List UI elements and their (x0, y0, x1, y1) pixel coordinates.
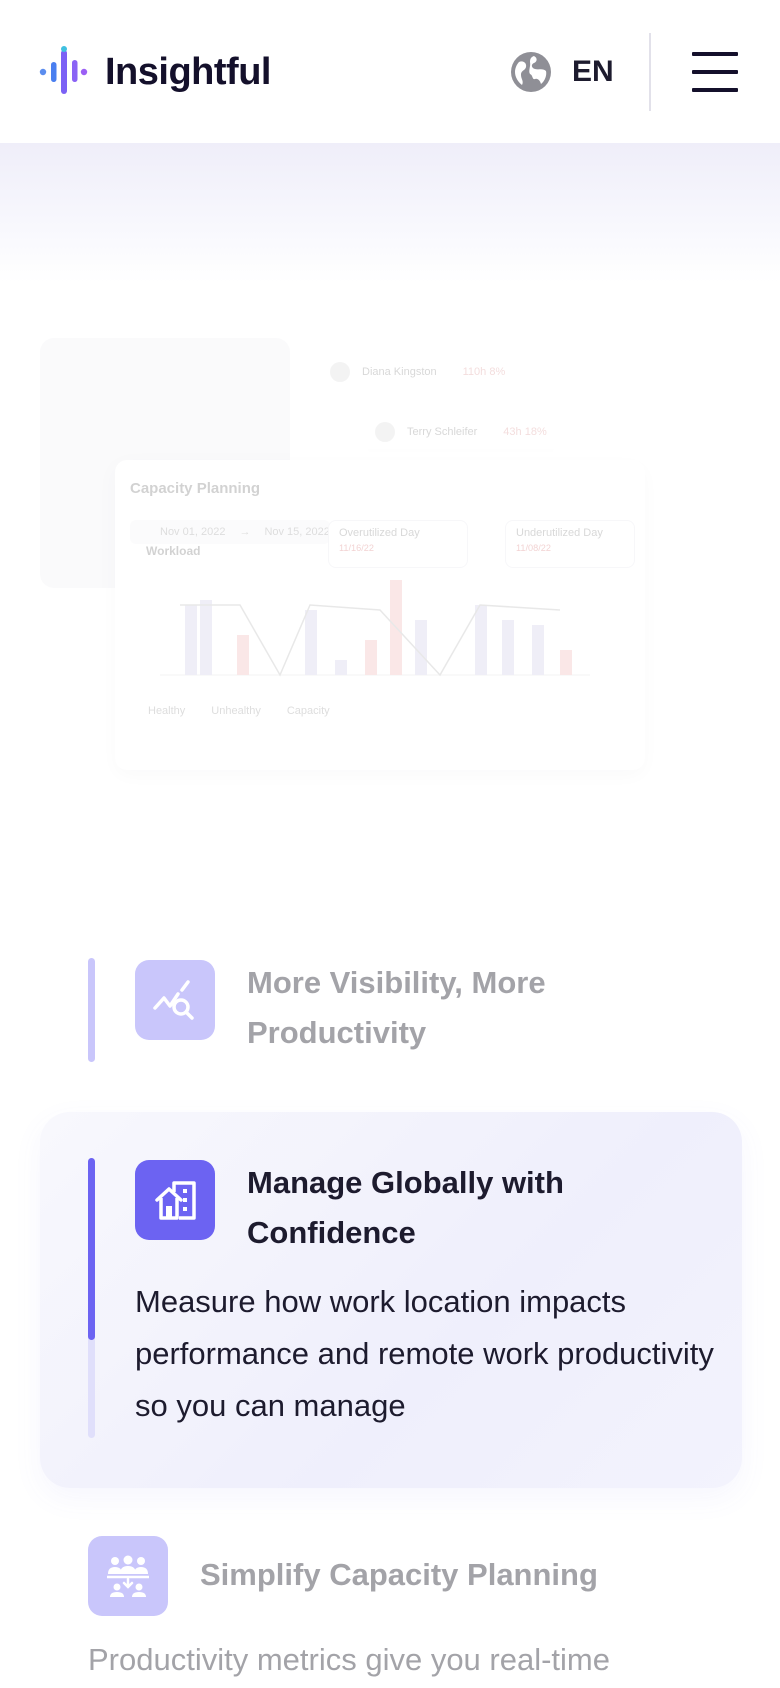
preview-legend: Healthy Unhealthy Capacity (148, 705, 330, 717)
preview-person: Terry Schleifer 43h 18% (365, 412, 557, 452)
globe-icon (511, 52, 551, 92)
preview-date-range: Nov 01, 2022 → Nov 15, 2022 (130, 520, 330, 544)
feature-item-capacity-planning[interactable]: Simplify Capacity Planning Productivity … (0, 1530, 780, 1688)
language-selector[interactable]: EN (510, 50, 614, 94)
feature-description: Productivity metrics give you real-time (88, 1642, 610, 1677)
avatar (330, 362, 350, 382)
brand-name: Insightful (105, 51, 271, 93)
site-header: Insightful EN (0, 0, 780, 143)
feature-title: More Visibility, More Productivity (247, 965, 546, 1050)
feature-title: Simplify Capacity Planning (200, 1557, 598, 1592)
hamburger-icon (692, 52, 738, 56)
feature-icon-box (135, 960, 215, 1040)
feature-accent-bar (88, 958, 95, 1062)
feature-icon-box (135, 1160, 215, 1240)
preview-person: Diana Kingston 110h 8% (320, 352, 516, 392)
feature-item-visibility[interactable]: More Visibility, More Productivity (0, 950, 780, 1070)
menu-button[interactable] (692, 52, 738, 92)
hero-background (0, 143, 780, 283)
team-group-icon (107, 1555, 149, 1597)
preview-workload-chart (160, 580, 590, 677)
logo-mark-icon (39, 46, 88, 94)
feature-progress-fill (88, 1158, 95, 1340)
chart-search-icon (153, 980, 194, 1020)
feature-item-manage-globally[interactable]: Manage Globally with Confidence Measure … (40, 1112, 742, 1488)
feature-description: Measure how work location impacts perfor… (135, 1284, 714, 1423)
feature-title: Manage Globally with Confidence (247, 1165, 564, 1250)
preview-title: Capacity Planning (130, 480, 261, 497)
feature-icon-box (88, 1536, 168, 1616)
header-divider (649, 33, 651, 111)
avatar (375, 422, 395, 442)
brand-logo[interactable]: Insightful (39, 46, 271, 98)
office-building-icon (155, 1181, 196, 1220)
product-preview: Diana Kingston 110h 8% Terry Schleifer 4… (0, 320, 780, 790)
language-code: EN (572, 55, 614, 88)
